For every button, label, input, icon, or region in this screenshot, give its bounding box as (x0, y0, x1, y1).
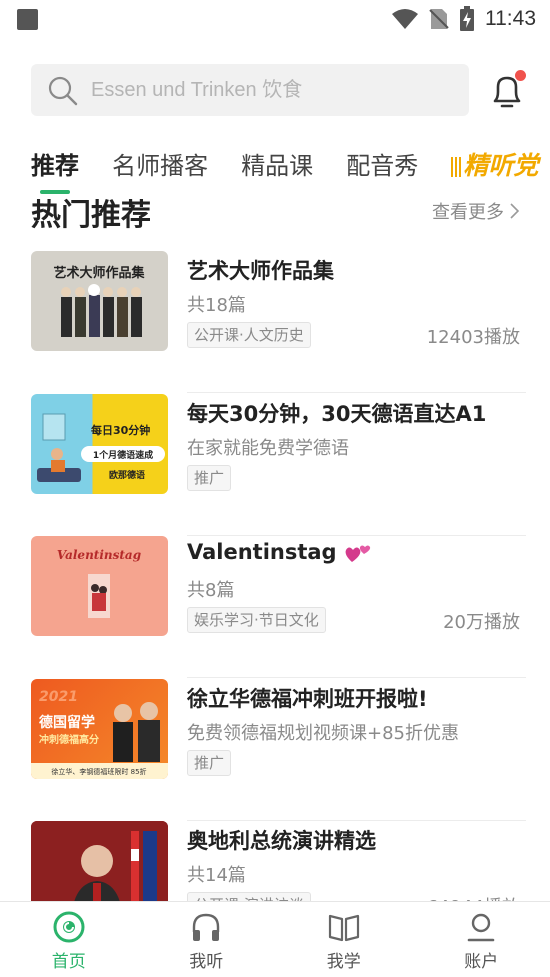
course-subtitle: 共14篇 (187, 865, 246, 886)
nav-listen[interactable]: 我听 (138, 902, 276, 977)
nav-account[interactable]: 账户 (413, 902, 550, 977)
course-tag: 公开课·人文历史 (187, 322, 311, 348)
sound-bars-icon (451, 157, 462, 177)
thumb-text-2: 德国留学 (39, 714, 95, 731)
book-icon (328, 914, 359, 942)
nav-label: 账户 (464, 952, 499, 972)
thumb-text: Valentinstag (57, 548, 141, 562)
tab-podcasts[interactable]: 名师播客 (112, 146, 208, 190)
nav-learn[interactable]: 我学 (275, 902, 413, 977)
category-tabs: 推荐 名师播客 精品课 配音秀 精听党 (31, 146, 550, 190)
course-subtitle: 在家就能免费学德语 (187, 438, 349, 459)
course-title: 每天30分钟，30天德语直达A1 (187, 402, 487, 426)
course-title-text: Valentinstag (187, 540, 337, 564)
thumb-text-1: 每日30分钟 (91, 423, 150, 437)
nav-home[interactable]: 首页 (0, 902, 138, 977)
status-time: 11:43 (485, 7, 536, 30)
notification-icon (17, 9, 38, 30)
wifi-icon (392, 9, 418, 29)
course-item[interactable]: Valentinstag Valentinstag 共8篇 娱乐学习·节日文化 … (31, 536, 526, 678)
headphones-icon (193, 913, 220, 941)
app-screen: 11:43 推荐 名师播客 精品课 配音秀 精听党 热门推荐 查看更多 艺术大师… (0, 0, 550, 977)
tab-intensive-listening-label: 精听党 (463, 151, 539, 180)
course-title: 徐立华德福冲刺班开报啦! (187, 687, 428, 711)
course-play-count: 12403播放 (426, 327, 520, 348)
course-subtitle: 共8篇 (187, 580, 235, 601)
notification-dot (515, 70, 526, 81)
status-bar: 11:43 (0, 0, 550, 38)
tab-dubbing[interactable]: 配音秀 (346, 146, 418, 190)
teachers-illustration: 2021 德国留学 冲刺德福高分 徐立华、李钢德福班限时 85折 (31, 689, 168, 779)
search-input[interactable] (91, 64, 451, 116)
course-thumbnail: 2021 德国留学 冲刺德福高分 徐立华、李钢德福班限时 85折 (31, 679, 168, 779)
account-icon (467, 913, 495, 942)
course-title: Valentinstag (187, 540, 372, 564)
course-subtitle: 共18篇 (187, 295, 246, 316)
course-thumbnail: 每日30分钟 1个月德语速成 欧那德语 (31, 394, 168, 494)
course-title: 艺术大师作品集 (187, 259, 334, 283)
course-subtitle: 免费领德福规划视频课+85折优惠 (187, 723, 459, 744)
tab-recommend[interactable]: 推荐 (31, 146, 79, 190)
hearts-icon (345, 545, 371, 562)
course-item[interactable]: 2021 德国留学 冲刺德福高分 徐立华、李钢德福班限时 85折 徐立华德福冲刺… (31, 679, 526, 821)
study-illustration: 每日30分钟 1个月德语速成 欧那德语 (37, 413, 165, 482)
thumb-text-3: 欧那德语 (109, 469, 145, 481)
see-more-link[interactable]: 查看更多 (432, 198, 520, 224)
section-title: 热门推荐 (31, 198, 151, 233)
course-thumbnail: 艺术大师作品集 (31, 251, 168, 351)
see-more-label: 查看更多 (432, 202, 504, 223)
divider (187, 392, 526, 393)
course-title: 奥地利总统演讲精选 (187, 829, 376, 853)
artists-illustration: 艺术大师作品集 (53, 265, 145, 337)
nav-label: 我学 (326, 952, 361, 972)
course-item[interactable]: 艺术大师作品集 艺术大师作品集 共18篇 公开课·人文历史 12403播放 (31, 251, 526, 393)
battery-icon (460, 6, 474, 31)
chevron-right-icon (510, 203, 520, 219)
search-icon (48, 76, 78, 106)
thumb-text-4: 徐立华、李钢德福班限时 85折 (51, 767, 146, 776)
thumb-text: 艺术大师作品集 (53, 265, 145, 281)
promo-tag: 推广 (187, 750, 232, 776)
course-tag: 娱乐学习·节日文化 (187, 607, 326, 633)
nav-label: 首页 (51, 952, 86, 972)
bottom-nav: 首页 我听 我学 账户 (0, 901, 550, 977)
course-thumbnail: Valentinstag (31, 536, 168, 636)
course-item[interactable]: 每日30分钟 1个月德语速成 欧那德语 每天30分钟，30天德语直达A1 在家就… (31, 394, 526, 536)
divider (187, 677, 526, 678)
search-box[interactable] (31, 64, 469, 116)
tab-premium-courses[interactable]: 精品课 (241, 146, 313, 190)
thumb-text-3: 冲刺德福高分 (39, 733, 99, 746)
promo-tag: 推广 (187, 465, 232, 491)
tab-intensive-listening[interactable]: 精听党 (451, 146, 538, 190)
valentine-illustration: Valentinstag (57, 548, 141, 618)
home-icon (53, 911, 85, 943)
course-play-count: 20万播放 (443, 612, 520, 633)
thumb-text-1: 2021 (39, 689, 78, 705)
nav-label: 我听 (189, 952, 224, 972)
thumb-text-2: 1个月德语速成 (93, 449, 153, 461)
no-sim-icon (429, 9, 449, 29)
